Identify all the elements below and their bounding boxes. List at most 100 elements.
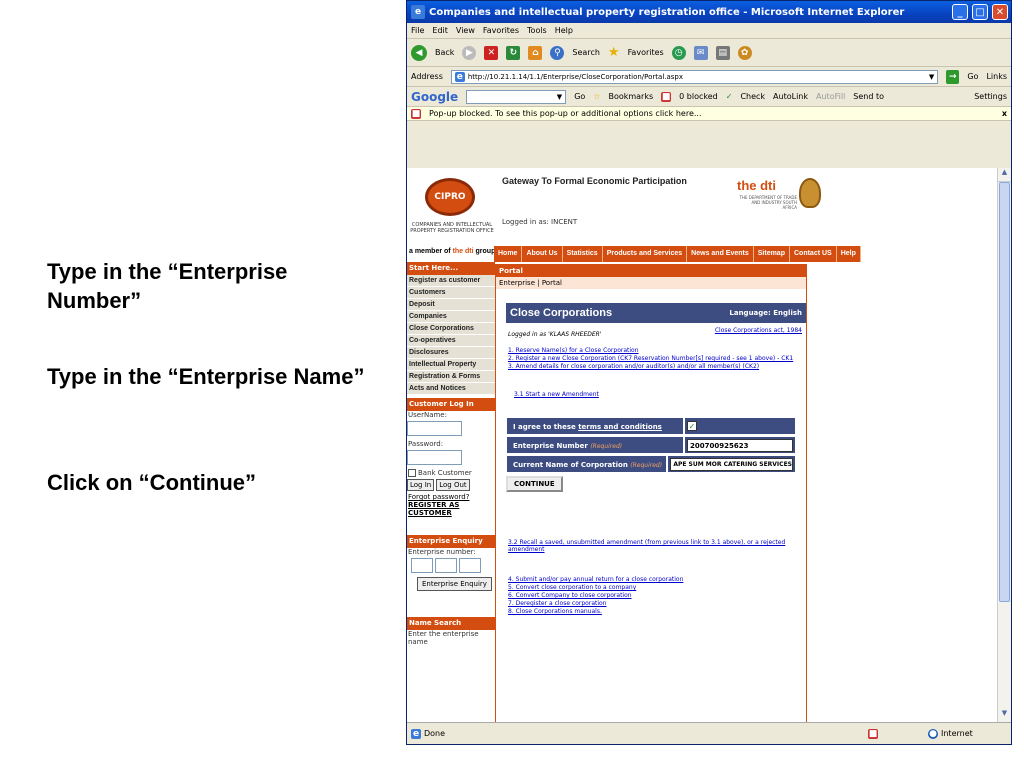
menu-help[interactable]: Help (555, 26, 573, 35)
corporation-name-input[interactable]: APE SUM MOR CATERING SERVICES (670, 457, 793, 471)
close-icon[interactable]: x (1002, 109, 1007, 118)
links-button[interactable]: Links (986, 72, 1007, 81)
sidebar-item-companies[interactable]: Companies (407, 311, 495, 323)
scroll-up-icon[interactable]: ▲ (998, 168, 1011, 182)
blocked-count[interactable]: 0 blocked (679, 92, 718, 101)
bank-customer-row: Bank Customer (407, 469, 495, 477)
mail-icon[interactable]: ✉ (693, 45, 708, 60)
address-input[interactable]: e http://10.21.1.14/1.1/Enterprise/Close… (450, 69, 939, 84)
search-button[interactable]: Search (572, 48, 599, 57)
nav-products-services[interactable]: Products and Services (603, 246, 688, 262)
username-input[interactable] (407, 421, 462, 436)
cipro-logo[interactable]: CIPRO (425, 178, 475, 216)
forgot-password-link[interactable]: Forgot password? (407, 493, 495, 501)
menu-file[interactable]: File (411, 26, 424, 35)
nav-about-us[interactable]: About Us (522, 246, 563, 262)
nav-contact-us[interactable]: Contact US (790, 246, 837, 262)
link-register-cc[interactable]: 2. Register a new Close Corporation (CK7… (508, 355, 793, 363)
settings-button[interactable]: Settings (974, 92, 1007, 101)
nav-help[interactable]: Help (837, 246, 861, 262)
bank-customer-checkbox[interactable] (408, 469, 416, 477)
terms-link[interactable]: terms and conditions (578, 423, 662, 431)
logout-button[interactable]: Log Out (436, 479, 470, 491)
login-button[interactable]: Log In (407, 479, 435, 491)
enterprise-number-label: Enterprise Number (Required) (506, 436, 684, 454)
home-icon[interactable]: ⌂ (528, 45, 543, 60)
menu-edit[interactable]: Edit (432, 26, 448, 35)
back-button[interactable]: Back (435, 48, 454, 57)
link-deregister[interactable]: 7. Deregister a close corporation (508, 600, 683, 608)
search-icon[interactable]: ⚲ (550, 45, 565, 60)
popup-blocker-icon: ■ (661, 91, 672, 102)
recall-amendment-link[interactable]: 3.2 Recall a saved, unsubmitted amendmen… (508, 539, 806, 553)
start-amendment-link[interactable]: 3.1 Start a new Amendment (514, 391, 599, 398)
google-logo: Google (411, 89, 459, 104)
enterprise-number-input[interactable]: 200700925623 (687, 438, 793, 452)
popup-info-bar[interactable]: ■ Pop-up blocked. To see this pop-up or … (407, 107, 1011, 121)
start-here-header[interactable]: Start Here... (407, 262, 495, 275)
language-selector[interactable]: Language: English (729, 309, 802, 317)
menu-view[interactable]: View (456, 26, 475, 35)
dti-logo: the dti (737, 178, 776, 193)
link-convert-to-cc[interactable]: 6. Convert Company to close corporation (508, 592, 683, 600)
google-search-input[interactable]: ▼ (466, 89, 567, 104)
autofill-button[interactable]: AutoFill (816, 92, 845, 101)
menu-tools[interactable]: Tools (527, 26, 547, 35)
enquiry-input-number[interactable] (435, 558, 457, 573)
chevron-down-icon[interactable]: ▼ (557, 93, 562, 101)
sidebar-item-intellectual-property[interactable]: Intellectual Property (407, 359, 495, 371)
enquiry-input-year[interactable] (411, 558, 433, 573)
sidebar-item-register[interactable]: Register as customer (407, 275, 495, 287)
password-input[interactable] (407, 450, 462, 465)
sidebar-item-registration-forms[interactable]: Registration & Forms (407, 371, 495, 383)
scroll-down-icon[interactable]: ▼ (998, 709, 1011, 723)
nav-sitemap[interactable]: Sitemap (754, 246, 790, 262)
google-go-button[interactable]: Go (574, 92, 585, 101)
enquiry-input-type[interactable] (459, 558, 481, 573)
chevron-down-icon[interactable]: ▼ (929, 73, 934, 81)
go-button[interactable]: Go (967, 72, 978, 81)
link-manuals[interactable]: 8. Close Corporations manuals. (508, 608, 683, 616)
autolink-button[interactable]: AutoLink (773, 92, 808, 101)
back-arrow-icon[interactable]: ◀ (411, 44, 427, 61)
nav-statistics[interactable]: Statistics (563, 246, 603, 262)
terms-checkbox[interactable]: ✓ (687, 421, 697, 431)
vertical-scrollbar[interactable]: ▲ ▼ (997, 168, 1011, 723)
nav-news-events[interactable]: News and Events (687, 246, 754, 262)
status-text: Done (424, 729, 446, 738)
menu-favorites[interactable]: Favorites (483, 26, 519, 35)
sidebar-item-deposit[interactable]: Deposit (407, 299, 495, 311)
forward-arrow-icon[interactable]: ▶ (462, 45, 477, 60)
send-to-button[interactable]: Send to (853, 92, 884, 101)
popup-status-icon[interactable]: ■ (868, 728, 878, 739)
maximize-button[interactable]: □ (972, 4, 988, 20)
bookmarks-button[interactable]: Bookmarks (608, 92, 653, 101)
minimize-button[interactable]: _ (952, 4, 968, 20)
sidebar-item-customers[interactable]: Customers (407, 287, 495, 299)
continue-button[interactable]: CONTINUE (506, 476, 563, 492)
close-button[interactable]: ✕ (992, 4, 1008, 20)
stop-icon[interactable]: ✕ (484, 45, 499, 60)
favorites-button[interactable]: Favorites (628, 48, 664, 57)
messenger-icon[interactable]: ✿ (737, 45, 752, 60)
go-arrow-icon[interactable]: → (946, 69, 960, 84)
nav-home[interactable]: Home (494, 246, 523, 262)
check-button[interactable]: Check (740, 92, 765, 101)
history-icon[interactable]: ◷ (671, 45, 686, 60)
sidebar-item-acts-notices[interactable]: Acts and Notices (407, 383, 495, 395)
popup-message[interactable]: Pop-up blocked. To see this pop-up or ad… (429, 109, 994, 118)
sidebar-item-close-corporations[interactable]: Close Corporations (407, 323, 495, 335)
link-reserve-name[interactable]: 1. Reserve Name(s) for a Close Corporati… (508, 347, 793, 355)
scroll-thumb[interactable] (999, 182, 1010, 602)
sidebar-item-co-operatives[interactable]: Co-operatives (407, 335, 495, 347)
sidebar-item-disclosures[interactable]: Disclosures (407, 347, 495, 359)
print-icon[interactable]: ▤ (715, 45, 730, 60)
link-annual-return[interactable]: 4. Submit and/or pay annual return for a… (508, 576, 683, 584)
star-icon[interactable]: ★ (608, 45, 620, 60)
link-amend-details[interactable]: 3. Amend details for close corporation a… (508, 363, 793, 371)
cc-act-link[interactable]: Close Corporations act, 1984 (715, 327, 802, 334)
link-convert-to-company[interactable]: 5. Convert close corporation to a compan… (508, 584, 683, 592)
enterprise-enquiry-button[interactable]: Enterprise Enquiry (417, 577, 492, 591)
register-customer-link[interactable]: REGISTER AS CUSTOMER (407, 501, 495, 517)
refresh-icon[interactable]: ↻ (506, 45, 521, 60)
